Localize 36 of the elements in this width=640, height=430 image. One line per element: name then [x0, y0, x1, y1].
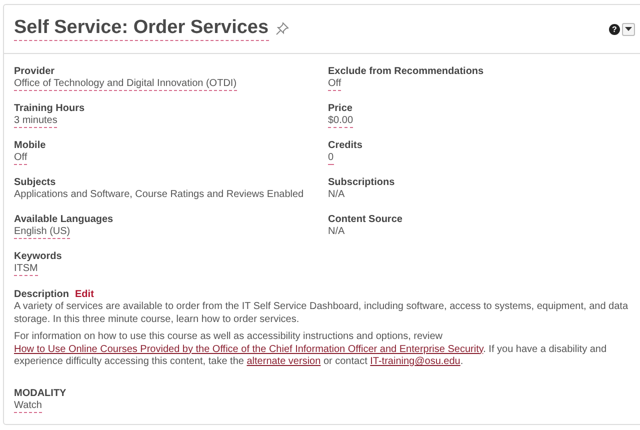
field-value[interactable]: 3 minutes: [14, 115, 58, 128]
field-label: Subscriptions: [328, 176, 395, 189]
field-value: N/A: [328, 226, 345, 239]
caret-icon: [625, 27, 632, 31]
field-label: Subjects: [14, 176, 56, 189]
field-value[interactable]: $0.00: [328, 115, 354, 128]
field-label: Training Hours: [14, 102, 85, 115]
pin-icon[interactable]: [274, 22, 289, 36]
field-label: Provider: [14, 65, 55, 78]
field-value[interactable]: Office of Technology and Digital Innovation (OTDI): [14, 78, 237, 91]
text-link[interactable]: IT-training@osu.edu: [370, 356, 460, 367]
field-label: Content Source: [328, 213, 402, 226]
field-value[interactable]: Off: [328, 78, 342, 91]
field-label: Mobile: [14, 139, 46, 152]
dropdown-button[interactable]: [622, 22, 635, 36]
description-paragraph: For information on how to use this course as well as accessibility instructions and options, review How to Use Online Courses Provided by the Office of the Chief Information Officer and Enterprise Security. If you have a disability and experience difficulty accessing this content, take the alternate version or contact IT-training@osu.edu.: [14, 331, 608, 368]
field-label: Available Languages: [14, 213, 114, 226]
text-link[interactable]: How to Use Online Courses Provided by the Office of the Chief Information Officer and Enterprise Security: [14, 344, 484, 354]
page-title[interactable]: Self Service: Order Services: [14, 17, 269, 41]
field-value[interactable]: 0: [328, 152, 334, 165]
field-value: Applications and Software, Course Ratings and Reviews Enabled: [14, 189, 304, 202]
field-label: Price: [328, 102, 352, 115]
description-paragraph: A variety of services are available to order from the IT Self Service Dashboard, including software, access to systems, equipment, and data storage. In this three minute course, learn how to order services.: [14, 301, 630, 326]
field-value[interactable]: English (US): [14, 226, 70, 239]
field-value[interactable]: ITSM: [14, 263, 38, 276]
text-link[interactable]: alternate version: [246, 356, 321, 367]
edit-link[interactable]: Edit: [75, 289, 94, 300]
field-label: Credits: [328, 139, 362, 152]
field-label: MODALITY: [14, 386, 66, 400]
description-label: Description: [14, 288, 70, 301]
field-label: Exclude from Recommendations: [328, 65, 484, 78]
field-value[interactable]: Watch: [14, 400, 42, 412]
help-icon[interactable]: ?: [609, 24, 620, 34]
field-value[interactable]: Off: [14, 152, 28, 165]
field-label: Keywords: [14, 250, 62, 263]
field-value: N/A: [328, 189, 345, 202]
